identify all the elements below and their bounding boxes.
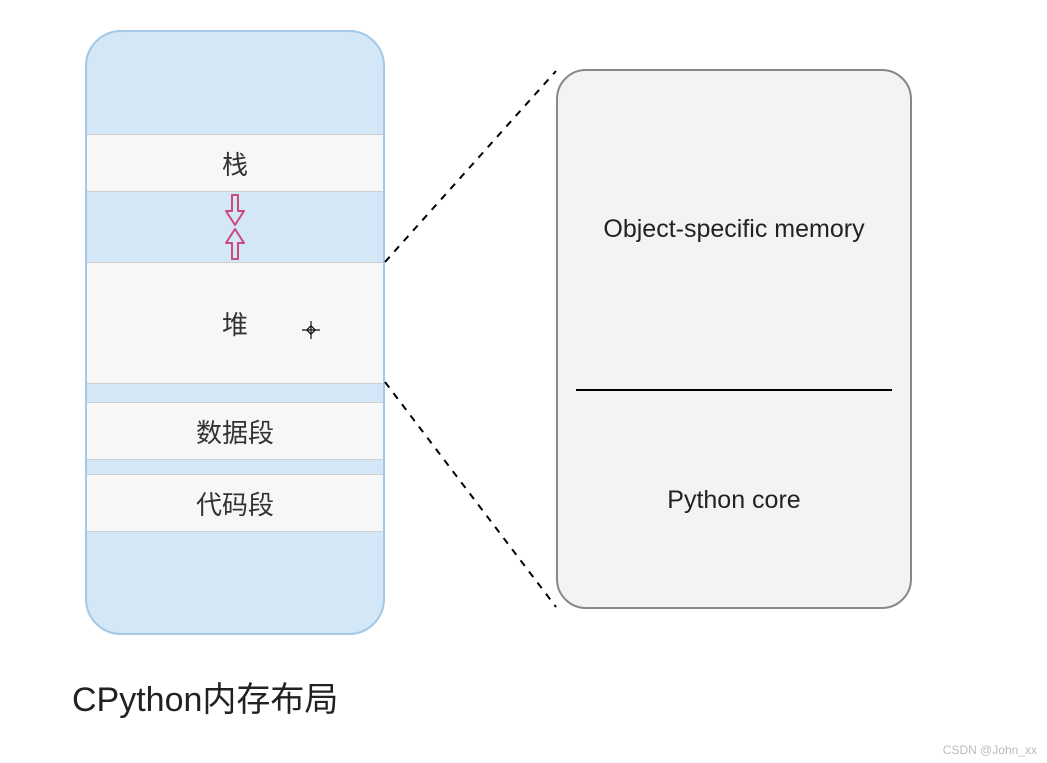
memory-layout-block: 栈 堆: [85, 30, 385, 635]
segment-stack-label: 栈: [222, 145, 248, 182]
detail-top: Object-specific memory: [558, 71, 910, 389]
segment-data: 数据段: [87, 402, 383, 460]
segment-code: 代码段: [87, 474, 383, 532]
segment-heap: 堆: [87, 262, 383, 384]
arrow-up-icon: [223, 227, 247, 261]
crosshair-icon: [302, 315, 320, 333]
detail-bottom: Python core: [558, 391, 910, 609]
watermark-text: CSDN @John_xx: [943, 743, 1037, 757]
diagram-canvas: 栈 堆: [0, 0, 1047, 763]
detail-top-label: Object-specific memory: [603, 213, 864, 247]
heap-detail-block: Object-specific memory Python core: [556, 69, 912, 609]
segment-code-label: 代码段: [196, 485, 274, 522]
segment-heap-label: 堆: [222, 305, 248, 342]
segment-stack: 栈: [87, 134, 383, 192]
diagram-caption: CPython内存布局: [72, 672, 338, 721]
stack-heap-arrows: [87, 192, 383, 262]
segment-data-label: 数据段: [196, 413, 274, 450]
detail-bottom-label: Python core: [667, 484, 800, 518]
arrow-down-icon: [223, 193, 247, 227]
